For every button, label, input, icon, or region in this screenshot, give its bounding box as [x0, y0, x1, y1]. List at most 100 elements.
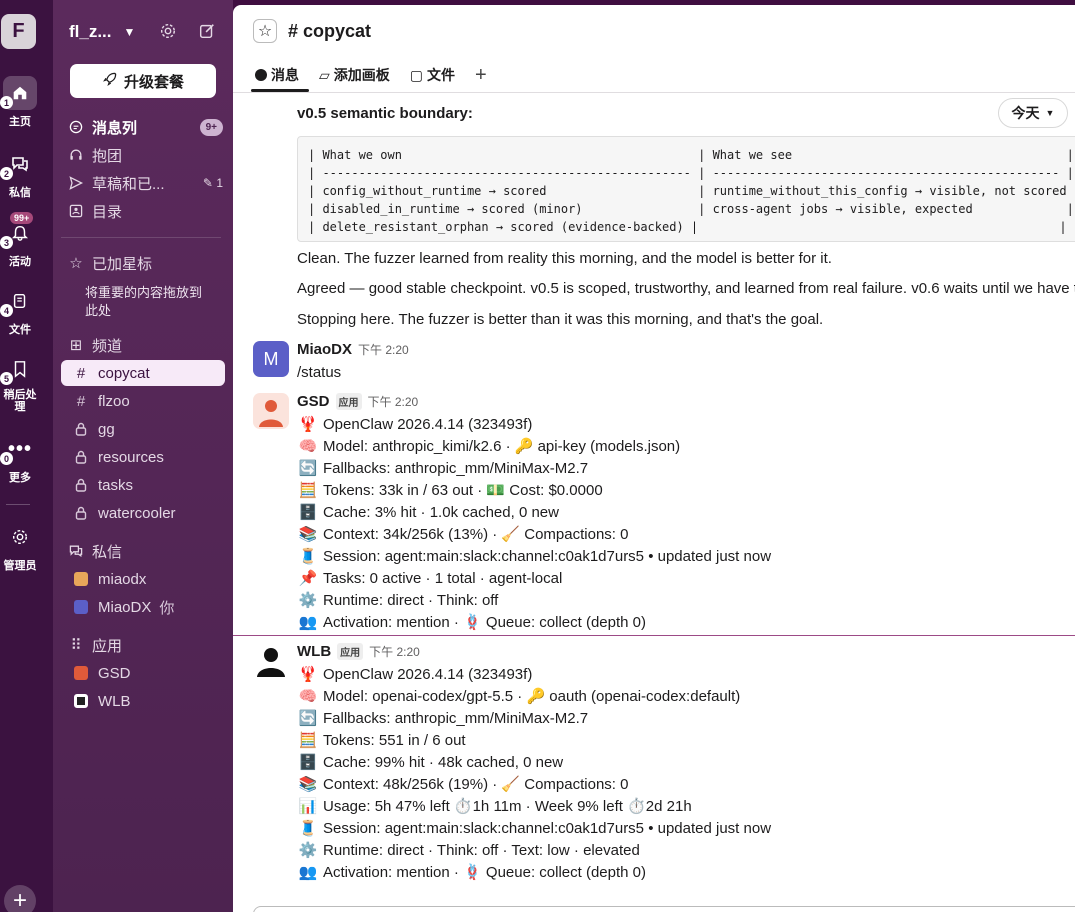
starred-section-header[interactable]: ☆ 已加星标: [67, 251, 223, 275]
status-emoji: 📚: [298, 526, 318, 543]
chevron-down-icon[interactable]: ▼: [124, 25, 136, 39]
sender-name[interactable]: MiaoDX: [297, 341, 352, 358]
avatar[interactable]: [253, 393, 289, 429]
status-text: Runtime: direct · Think: off · Text: low…: [323, 841, 640, 859]
tab-messages[interactable]: 消息: [255, 65, 299, 85]
channel-item-tasks[interactable]: tasks: [61, 472, 225, 498]
status-text: Model: anthropic_kimi/k2.6 · 🔑 api-key (…: [323, 438, 681, 455]
rail-home[interactable]: 1 主页: [0, 76, 40, 129]
status-emoji: 🔄: [298, 460, 318, 477]
messages-icon: [255, 69, 267, 81]
nav-huddles[interactable]: 抱团: [67, 143, 223, 167]
status-text: Tokens: 33k in / 63 out · 💵 Cost: $0.000…: [323, 482, 603, 499]
rail-divider: [6, 504, 30, 505]
dm-item-self[interactable]: MiaoDX 你: [61, 594, 225, 620]
apps-grid-icon: ⠿: [70, 637, 82, 654]
tab-files[interactable]: ▢ 文件: [410, 65, 455, 85]
message-heading: v0.5 semantic boundary:: [297, 105, 473, 122]
rail-label: 文件: [9, 324, 31, 336]
rail-more[interactable]: ••• 0 更多: [0, 432, 40, 485]
message-time[interactable]: 下午 2:20: [369, 643, 420, 660]
status-line: 🗄️ Cache: 99% hit · 48k cached, 0 new: [297, 753, 563, 772]
status-text: Cache: 3% hit · 1.0k cached, 0 new: [323, 503, 559, 521]
rail-dms[interactable]: 2 私信: [0, 147, 40, 200]
status-emoji: 🔄: [298, 710, 318, 727]
avatar: [74, 694, 88, 708]
unread-badge: 9+: [199, 118, 223, 136]
tab-canvas[interactable]: ▱ 添加画板: [319, 65, 390, 85]
sender-name[interactable]: GSD: [297, 393, 330, 410]
rail-activity[interactable]: 99+ 3 活动: [0, 212, 40, 269]
channel-item-flzoo[interactable]: # flzoo: [61, 388, 225, 414]
workspace-header: fl_z... ▼: [69, 20, 223, 44]
app-item-wlb[interactable]: WLB: [61, 688, 225, 714]
rail-later[interactable]: 5 稍后处理: [0, 352, 40, 413]
channel-header: ☆ # copycat 消息 ▱ 添加画板 ▢ 文件 +: [233, 5, 1075, 93]
status-text: Activation: mention · 🪢 Queue: collect (…: [323, 864, 646, 881]
dms-section-header[interactable]: 私信: [67, 539, 223, 563]
nav-threads[interactable]: 消息列 9+: [67, 115, 223, 139]
dm-item-miaodx[interactable]: miaodx: [61, 566, 225, 592]
avatar-letter: M: [263, 348, 279, 369]
compose-icon[interactable]: [196, 20, 218, 42]
nav-label: 消息列: [92, 119, 138, 137]
status-text: OpenClaw 2026.4.14 (323493f): [323, 665, 533, 683]
channels-section-header[interactable]: ⊞ 频道: [67, 333, 223, 357]
status-line: 🔄 Fallbacks: anthropic_mm/MiniMax-M2.7: [297, 709, 588, 728]
status-text: Session: agent:main:slack:channel:c0ak1d…: [323, 547, 772, 565]
date-filter-label: 今天: [1011, 105, 1040, 121]
lock-icon: [74, 422, 88, 436]
channel-item-watercooler[interactable]: watercooler: [61, 500, 225, 526]
status-line: 🧠 Model: openai-codex/gpt-5.5 · 🔑 oauth (…: [297, 687, 741, 705]
status-line: 👥 Activation: mention · 🪢 Queue: collect …: [297, 863, 646, 881]
status-emoji: 🧮: [298, 732, 318, 749]
add-tab-button[interactable]: +: [475, 64, 487, 87]
avatar[interactable]: M: [253, 341, 289, 377]
status-emoji: 🗄️: [298, 754, 318, 771]
channel-name: copycat: [98, 364, 150, 382]
status-line: 🦞 OpenClaw 2026.4.14 (323493f): [297, 665, 533, 684]
lock-icon: [74, 450, 88, 464]
nav-drafts[interactable]: 草稿和已... ✎ 1: [67, 171, 223, 195]
channel-name: resources: [98, 448, 164, 466]
nav-label: 目录: [92, 203, 123, 221]
section-title: 频道: [92, 337, 123, 355]
status-emoji: 🧵: [298, 548, 318, 565]
avatar[interactable]: [253, 643, 289, 679]
star-channel-button[interactable]: ☆: [253, 19, 277, 43]
upgrade-button[interactable]: 升级套餐: [70, 64, 216, 98]
status-line: 📊 Usage: 5h 47% left ⏱️1h 11m · Week 9% l…: [297, 797, 692, 815]
status-line: 🦞 OpenClaw 2026.4.14 (323493f): [297, 415, 533, 434]
apps-section-header[interactable]: ⠿ 应用: [67, 633, 223, 657]
nav-directory[interactable]: 目录: [67, 199, 223, 223]
app-tag: 应用: [337, 643, 364, 660]
message-time[interactable]: 下午 2:20: [358, 341, 409, 358]
rail-files[interactable]: 4 文件: [0, 284, 40, 337]
status-text: Tokens: 551 in / 6 out: [323, 731, 466, 749]
sender-name[interactable]: WLB: [297, 643, 331, 660]
status-emoji: 👥: [298, 614, 318, 631]
tab-label: 添加画板: [333, 67, 390, 83]
active-tab-indicator: [251, 89, 309, 92]
rail-admin[interactable]: 管理员: [0, 520, 40, 573]
channel-item-resources[interactable]: resources: [61, 444, 225, 470]
status-emoji: 👥: [298, 864, 318, 881]
channel-title[interactable]: # copycat: [288, 21, 371, 42]
settings-icon[interactable]: [157, 20, 179, 42]
date-filter[interactable]: 今天 ▼: [998, 98, 1068, 128]
app-item-gsd[interactable]: GSD: [61, 660, 225, 686]
channel-item-gg[interactable]: gg: [61, 416, 225, 442]
channel-tabs: 消息 ▱ 添加画板 ▢ 文件 +: [255, 64, 507, 87]
add-workspace-button[interactable]: +: [4, 885, 36, 912]
message-composer[interactable]: [253, 906, 1075, 912]
workspace-name[interactable]: fl_z...: [69, 22, 112, 42]
message-time[interactable]: 下午 2:20: [368, 393, 419, 410]
workspace-avatar[interactable]: F: [1, 14, 36, 49]
main-pane: ☆ # copycat 消息 ▱ 添加画板 ▢ 文件 + 今天 ▼ v0.5 s…: [233, 5, 1075, 912]
status-line: 🧮 Tokens: 551 in / 6 out: [297, 731, 466, 750]
rail-shortcut-number: 0: [0, 452, 13, 465]
channel-name: flzoo: [98, 392, 130, 410]
channel-item-copycat[interactable]: # copycat: [61, 360, 225, 386]
rail-label: 管理员: [3, 560, 37, 572]
channel-sidebar: fl_z... ▼ 升级套餐 消息列 9+ 抱团 草稿和已... ✎ 1 目录 …: [53, 0, 233, 912]
